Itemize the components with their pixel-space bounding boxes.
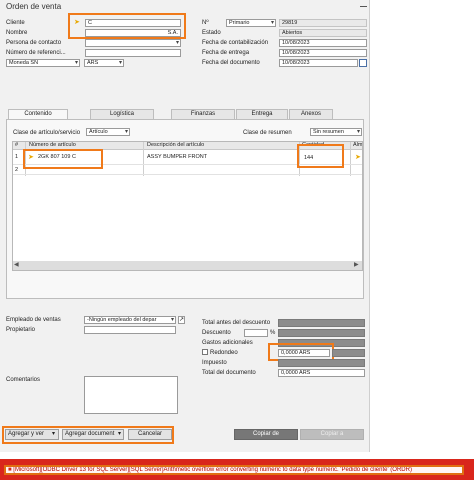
descuento-label: Descuento [202, 330, 231, 336]
nombre-label: Nombre [6, 30, 28, 36]
redondeo-extra-field [332, 349, 365, 357]
minimize-button[interactable] [356, 0, 370, 10]
numero-field: 29819 [279, 19, 367, 27]
contacto-select[interactable] [85, 39, 181, 47]
descuento-field [278, 329, 365, 337]
comentarios-textarea[interactable] [84, 376, 178, 414]
col-header-almacen: Alm [353, 142, 363, 148]
empleado-label: Empleado de ventas [6, 317, 61, 323]
moneda-select[interactable]: Moneda SN [6, 59, 80, 67]
fecha-entrega-input[interactable]: 10/08/2023 [279, 49, 367, 57]
estado-field: Abiertos [279, 29, 367, 37]
fecha-documento-label: Fecha del documento [202, 60, 260, 66]
articulo-cell[interactable]: 2GK 807 109 C [38, 153, 76, 162]
percent-sign: % [270, 330, 276, 336]
referencia-input[interactable] [85, 49, 181, 57]
fecha-contabilizacion-input[interactable]: 10/08/2023 [279, 39, 367, 47]
cliente-input[interactable]: C [85, 19, 181, 27]
scroll-right-icon[interactable]: ▶ [354, 261, 359, 268]
cliente-label: Cliente [6, 20, 25, 26]
redondeo-label: Redondeo [210, 350, 238, 356]
clase-articulo-select[interactable]: Artículo [86, 128, 130, 136]
total-documento-label: Total del documento [202, 370, 256, 376]
link-arrow-icon[interactable]: ➤ [74, 19, 80, 26]
clase-resumen-label: Clase de resumen [243, 130, 292, 136]
link-arrow-icon[interactable]: ➤ [28, 154, 34, 161]
copiar-de-button[interactable]: Copiar de [234, 429, 298, 440]
redondeo-checkbox[interactable] [202, 349, 208, 355]
window-title: Orden de venta [6, 2, 62, 11]
chevron-down-icon[interactable]: ▾ [52, 430, 55, 437]
link-arrow-icon[interactable]: ↗ [178, 316, 185, 324]
row-number: 2 [15, 167, 19, 173]
col-header-descripcion: Descripción del artículo [147, 142, 205, 148]
chevron-down-icon[interactable]: ▾ [118, 430, 121, 437]
impuesto-label: Impuesto [202, 360, 227, 366]
fecha-entrega-label: Fecha de entrega [202, 50, 250, 56]
table-row[interactable] [13, 166, 362, 175]
numero-label: Nº [202, 20, 209, 26]
agregar-y-ver-button[interactable]: Agregar y ver [5, 429, 59, 440]
contacto-label: Persona de contacto [6, 40, 62, 46]
empleado-select[interactable]: -Ningún empleado del depar [84, 316, 176, 324]
col-header-num: # [15, 142, 19, 148]
redondeo-field[interactable]: 0,0000 ARS [278, 349, 330, 357]
nombre-input[interactable]: S.A. [85, 29, 181, 37]
link-arrow-icon[interactable]: ➤ [355, 154, 361, 161]
error-message: [Microsoft][ODBC Driver 13 for SQL Serve… [13, 467, 412, 473]
error-icon: ■ [8, 467, 12, 473]
propietario-input[interactable] [84, 326, 176, 334]
cantidad-cell[interactable]: 144 [304, 154, 313, 163]
total-antes-field [278, 319, 365, 327]
items-table: # Número de artículo Descripción del art… [12, 141, 363, 271]
fecha-contabilizacion-label: Fecha de contabilización [202, 40, 269, 46]
clase-articulo-label: Clase de artículo/servicio [13, 130, 81, 136]
total-antes-label: Total antes del descuento [202, 320, 271, 326]
fecha-documento-input[interactable]: 10/08/2023 [279, 59, 358, 67]
error-status-bar: ■ [Microsoft][ODBC Driver 13 for SQL Ser… [0, 459, 474, 480]
clase-resumen-select[interactable]: Sin resumen [310, 128, 362, 136]
copiar-a-button[interactable]: Copiar a [300, 429, 364, 440]
comentarios-label: Comentarios [6, 377, 41, 383]
error-message-box[interactable]: ■ [Microsoft][ODBC Driver 13 for SQL Ser… [4, 465, 464, 475]
calendar-icon[interactable] [359, 59, 367, 67]
scroll-left-icon[interactable]: ◀ [14, 261, 19, 268]
horizontal-scrollbar[interactable] [13, 261, 362, 270]
descuento-input[interactable] [244, 329, 268, 337]
currency-select[interactable]: ARS [84, 59, 124, 67]
sales-order-window: Orden de venta Cliente ➤ C Nombre S.A. P… [0, 0, 370, 452]
gastos-label: Gastos adicionales [202, 340, 253, 346]
propietario-label: Propietario [6, 327, 36, 333]
cancelar-button[interactable]: Cancelar [128, 429, 172, 440]
descripcion-cell[interactable]: ASSY BUMPER FRONT [147, 153, 207, 162]
referencia-label: Número de referenci... [6, 50, 66, 56]
serie-select[interactable]: Primario [226, 19, 276, 27]
estado-label: Estado [202, 30, 221, 36]
row-number: 1 [15, 154, 19, 160]
agregar-documento-button[interactable]: Agregar document [62, 429, 124, 440]
total-documento-field: 0,0000 ARS [278, 369, 365, 377]
impuesto-field [278, 359, 365, 367]
